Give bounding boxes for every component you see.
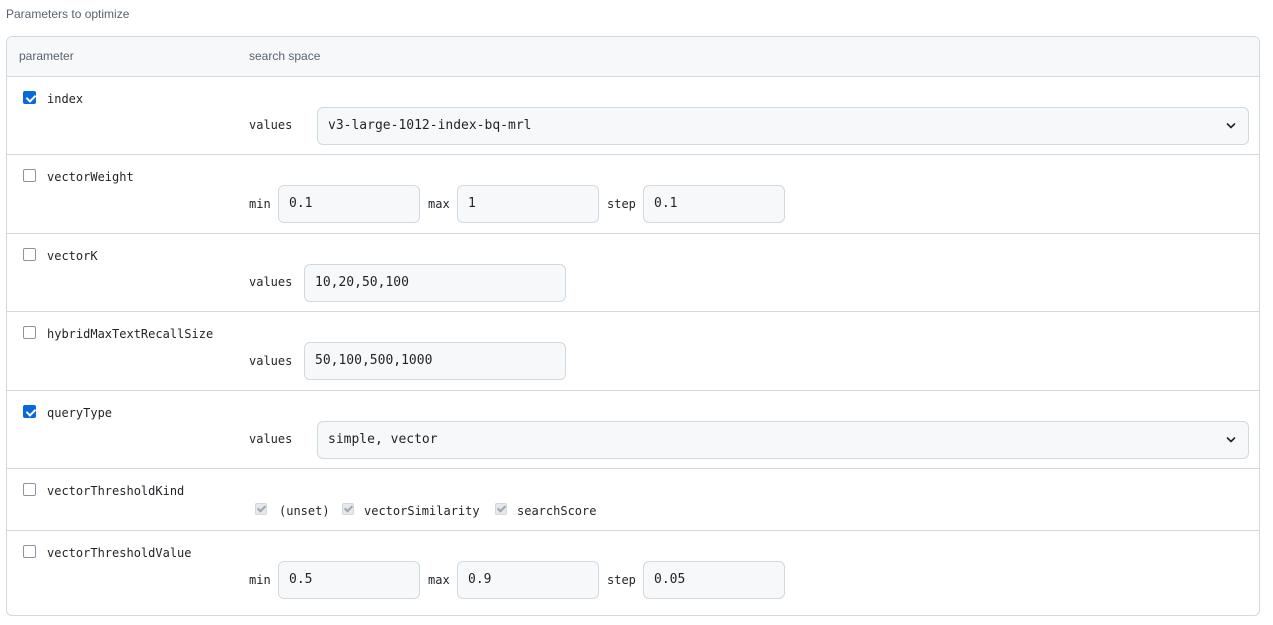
vectorWeight-max-input[interactable]: 1 (457, 185, 599, 223)
param-row-queryType: queryType values simple, vector (7, 391, 1259, 469)
option-checkbox-unset[interactable] (255, 503, 267, 515)
vectorK-values-input[interactable]: 10,20,50,100 (304, 264, 566, 302)
vectorThresholdValue-max-input[interactable]: 0.9 (457, 561, 599, 599)
column-header-search-space: search space (249, 49, 321, 63)
min-label: min (249, 573, 271, 587)
param-checkbox-hybridMaxTextRecallSize[interactable] (23, 326, 36, 339)
step-label: step (607, 197, 636, 211)
section-title: Parameters to optimize (6, 7, 130, 21)
vectorWeight-min-input[interactable]: 0.1 (278, 185, 420, 223)
values-label: values (249, 118, 293, 132)
max-label: max (428, 573, 450, 587)
index-values-select[interactable]: v3-large-1012-index-bq-mrl (317, 107, 1249, 145)
table-header: parameter search space (7, 37, 1259, 77)
param-name-vectorThresholdValue: vectorThresholdValue (47, 546, 192, 560)
param-checkbox-vectorThresholdKind[interactable] (23, 483, 36, 496)
option-label-unset: (unset) (279, 504, 330, 518)
param-row-vectorK: vectorK values 10,20,50,100 (7, 234, 1259, 312)
param-row-vectorWeight: vectorWeight min 0.1 max 1 step 0.1 (7, 155, 1259, 234)
vectorThresholdValue-min-input[interactable]: 0.5 (278, 561, 420, 599)
param-checkbox-vectorWeight[interactable] (23, 169, 36, 182)
min-label: min (249, 197, 271, 211)
values-label: values (249, 432, 293, 446)
option-checkbox-searchScore[interactable] (495, 503, 507, 515)
vectorWeight-step-input[interactable]: 0.1 (643, 185, 785, 223)
chevron-down-icon (1226, 437, 1236, 443)
queryType-values-select[interactable]: simple, vector (317, 421, 1249, 459)
param-row-hybridMaxTextRecallSize: hybridMaxTextRecallSize values 50,100,50… (7, 312, 1259, 391)
param-row-vectorThresholdKind: vectorThresholdKind (unset) vectorSimila… (7, 469, 1259, 531)
max-label: max (428, 197, 450, 211)
parameters-table: parameter search space index values v3-l… (6, 36, 1260, 616)
option-checkbox-vectorSimilarity[interactable] (342, 503, 354, 515)
vectorThresholdValue-step-input[interactable]: 0.05 (643, 561, 785, 599)
param-checkbox-index[interactable] (23, 91, 36, 104)
values-label: values (249, 275, 293, 289)
param-name-index: index (47, 92, 84, 106)
param-row-vectorThresholdValue: vectorThresholdValue min 0.5 max 0.9 ste… (7, 531, 1259, 611)
hybridMaxTextRecallSize-values-input[interactable]: 50,100,500,1000 (304, 342, 566, 380)
index-values-selected: v3-large-1012-index-bq-mrl (328, 118, 532, 133)
column-header-parameter: parameter (19, 49, 74, 63)
param-name-hybridMaxTextRecallSize: hybridMaxTextRecallSize (47, 327, 214, 341)
param-name-queryType: queryType (47, 406, 113, 420)
option-label-vectorSimilarity: vectorSimilarity (364, 504, 480, 518)
param-name-vectorK: vectorK (47, 249, 98, 263)
param-checkbox-vectorThresholdValue[interactable] (23, 545, 36, 558)
step-label: step (607, 573, 636, 587)
values-label: values (249, 354, 293, 368)
param-name-vectorThresholdKind: vectorThresholdKind (47, 484, 185, 498)
param-checkbox-queryType[interactable] (23, 405, 36, 418)
param-name-vectorWeight: vectorWeight (47, 170, 134, 184)
queryType-values-selected: simple, vector (328, 432, 438, 447)
option-label-searchScore: searchScore (517, 504, 597, 518)
param-checkbox-vectorK[interactable] (23, 248, 36, 261)
chevron-down-icon (1226, 123, 1236, 129)
param-row-index: index values v3-large-1012-index-bq-mrl (7, 77, 1259, 155)
